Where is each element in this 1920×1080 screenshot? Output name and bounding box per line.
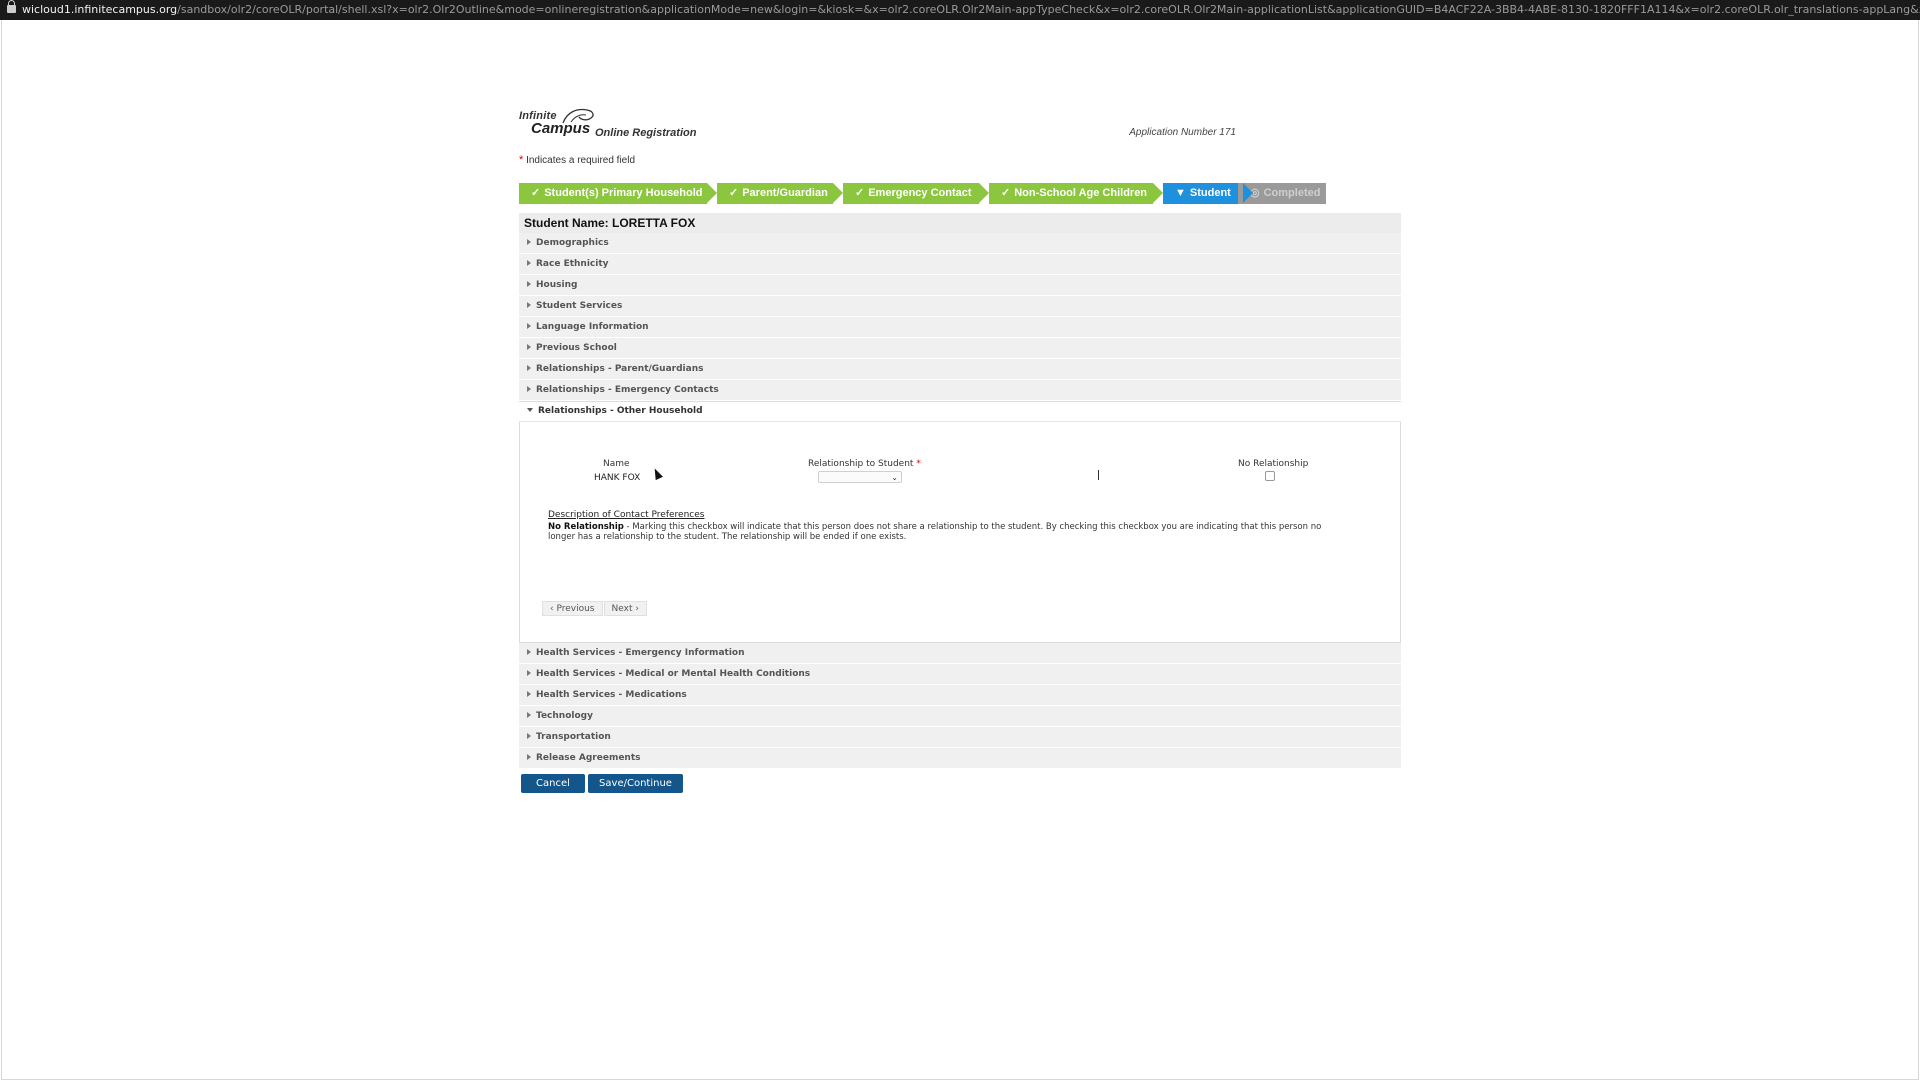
- step-student[interactable]: ▼ Student: [1163, 183, 1253, 204]
- registration-container: Infinite Campus Online Registration Appl…: [519, 108, 1401, 794]
- campus-swoosh-icon: [562, 108, 594, 124]
- section-label: Race Ethnicity: [536, 259, 609, 269]
- chevron-down-icon: ⌄: [891, 473, 898, 482]
- infinite-campus-logo: Infinite Campus: [519, 108, 594, 137]
- section-label: Previous School: [536, 343, 617, 353]
- section-transportation[interactable]: Transportation: [519, 727, 1401, 748]
- triangle-right-icon: [527, 385, 531, 392]
- section-label: Housing: [536, 280, 578, 290]
- step-label: Student: [1189, 187, 1231, 199]
- section-label: Transportation: [536, 732, 611, 742]
- required-star: *: [519, 154, 524, 166]
- page-header: Infinite Campus Online Registration Appl…: [519, 108, 1401, 140]
- section-label: Relationships - Other Household: [538, 406, 703, 416]
- section-health-emergency-information[interactable]: Health Services - Emergency Information: [519, 643, 1401, 664]
- online-registration-title: Online Registration: [595, 127, 697, 139]
- relationship-select[interactable]: ⌄: [818, 471, 902, 483]
- section-demographics[interactable]: Demographics: [519, 233, 1401, 254]
- sections-after: Health Services - Emergency Information …: [519, 643, 1401, 769]
- section-label: Student Services: [536, 301, 623, 311]
- section-previous-school[interactable]: Previous School: [519, 338, 1401, 359]
- section-technology[interactable]: Technology: [519, 706, 1401, 727]
- step-non-school-age-children[interactable]: ✓ Non-School Age Children: [989, 183, 1163, 204]
- section-label: Demographics: [536, 238, 609, 248]
- description-bold-term: No Relationship: [548, 522, 624, 532]
- section-label: Health Services - Medications: [536, 690, 687, 700]
- check-icon: ✓: [855, 187, 865, 199]
- no-relationship-checkbox[interactable]: [1265, 471, 1275, 481]
- description-body: - Marking this checkbox will indicate th…: [548, 522, 1322, 542]
- section-label: Relationships - Parent/Guardians: [536, 364, 704, 374]
- triangle-right-icon: [527, 690, 531, 697]
- step-primary-household[interactable]: ✓ Student(s) Primary Household: [519, 183, 717, 204]
- triangle-right-icon: [527, 238, 531, 245]
- household-member-name: HANK FOX: [594, 473, 641, 483]
- section-label: Language Information: [536, 322, 649, 332]
- url-path: /sandbox/olr2/coreOLR/portal/shell.xsl?x…: [177, 3, 1920, 16]
- required-field-note: * Indicates a required field: [519, 154, 1401, 168]
- section-housing[interactable]: Housing: [519, 275, 1401, 296]
- column-header-no-relationship: No Relationship: [1238, 459, 1309, 469]
- step-label: Completed: [1263, 187, 1321, 199]
- section-relationships-emergency-contacts[interactable]: Relationships - Emergency Contacts: [519, 380, 1401, 401]
- triangle-right-icon: [527, 280, 531, 287]
- application-number: Application Number 171: [1129, 127, 1236, 138]
- column-header-name: Name: [603, 459, 630, 469]
- section-label: Release Agreements: [536, 753, 641, 763]
- triangle-right-icon: [527, 711, 531, 718]
- triangle-down-icon: ▼: [1175, 187, 1186, 199]
- next-button[interactable]: Next ›: [603, 601, 647, 616]
- check-icon: ✓: [729, 187, 739, 199]
- browser-address-bar[interactable]: wicloud1.infinitecampus.org/sandbox/olr2…: [0, 0, 1920, 20]
- sections-before: Demographics Race Ethnicity Housing Stud…: [519, 233, 1401, 401]
- section-label: Technology: [536, 711, 593, 721]
- section-pager: ‹ Previous Next ›: [542, 601, 648, 616]
- triangle-right-icon: [527, 343, 531, 350]
- other-household-panel: Name Relationship to Student * No Relati…: [519, 422, 1401, 643]
- section-label: Health Services - Emergency Information: [536, 648, 745, 658]
- required-note-text: Indicates a required field: [526, 155, 636, 166]
- column-header-relationship-label: Relationship to Student: [808, 459, 914, 469]
- section-label: Health Services - Medical or Mental Heal…: [536, 669, 811, 679]
- triangle-right-icon: [527, 648, 531, 655]
- section-student-services[interactable]: Student Services: [519, 296, 1401, 317]
- triangle-right-icon: [527, 732, 531, 739]
- lock-icon: [7, 0, 16, 13]
- step-label: Emergency Contact: [868, 187, 972, 199]
- check-icon: ✓: [531, 187, 541, 199]
- url-host: wicloud1.infinitecampus.org: [22, 3, 178, 16]
- step-label: Non-School Age Children: [1014, 187, 1148, 199]
- step-parent-guardian[interactable]: ✓ Parent/Guardian: [717, 183, 843, 204]
- column-header-relationship: Relationship to Student *: [808, 459, 921, 469]
- required-star: *: [916, 459, 921, 469]
- previous-button[interactable]: ‹ Previous: [542, 601, 603, 616]
- check-icon: ✓: [1001, 187, 1011, 199]
- form-actions: Cancel Save/Continue: [519, 774, 1401, 794]
- triangle-right-icon: [527, 669, 531, 676]
- triangle-right-icon: [527, 364, 531, 371]
- section-relationships-parent-guardians[interactable]: Relationships - Parent/Guardians: [519, 359, 1401, 380]
- step-label: Parent/Guardian: [742, 187, 828, 199]
- section-health-medical-conditions[interactable]: Health Services - Medical or Mental Heal…: [519, 664, 1401, 685]
- section-release-agreements[interactable]: Release Agreements: [519, 748, 1401, 769]
- cancel-button[interactable]: Cancel: [521, 774, 585, 793]
- description-of-contact-preferences-link[interactable]: Description of Contact Preferences: [548, 510, 704, 520]
- triangle-right-icon: [527, 322, 531, 329]
- progress-steps: ✓ Student(s) Primary Household ✓ Parent/Gu…: [519, 183, 1401, 204]
- step-label: Student(s) Primary Household: [544, 187, 703, 199]
- step-emergency-contact[interactable]: ✓ Emergency Contact: [843, 183, 989, 204]
- no-relationship-description: No Relationship - Marking this checkbox …: [548, 522, 1348, 542]
- student-name-heading: Student Name: LORETTA FOX: [519, 213, 1401, 233]
- save-continue-button[interactable]: Save/Continue: [588, 774, 683, 793]
- triangle-right-icon: [527, 301, 531, 308]
- triangle-right-icon: [527, 259, 531, 266]
- section-language-information[interactable]: Language Information: [519, 317, 1401, 338]
- triangle-right-icon: [527, 753, 531, 760]
- section-health-medications[interactable]: Health Services - Medications: [519, 685, 1401, 706]
- text-cursor-icon: [1098, 470, 1099, 480]
- section-race-ethnicity[interactable]: Race Ethnicity: [519, 254, 1401, 275]
- section-relationships-other-household[interactable]: Relationships - Other Household: [519, 401, 1401, 422]
- section-label: Relationships - Emergency Contacts: [536, 385, 719, 395]
- triangle-down-icon: [527, 407, 533, 412]
